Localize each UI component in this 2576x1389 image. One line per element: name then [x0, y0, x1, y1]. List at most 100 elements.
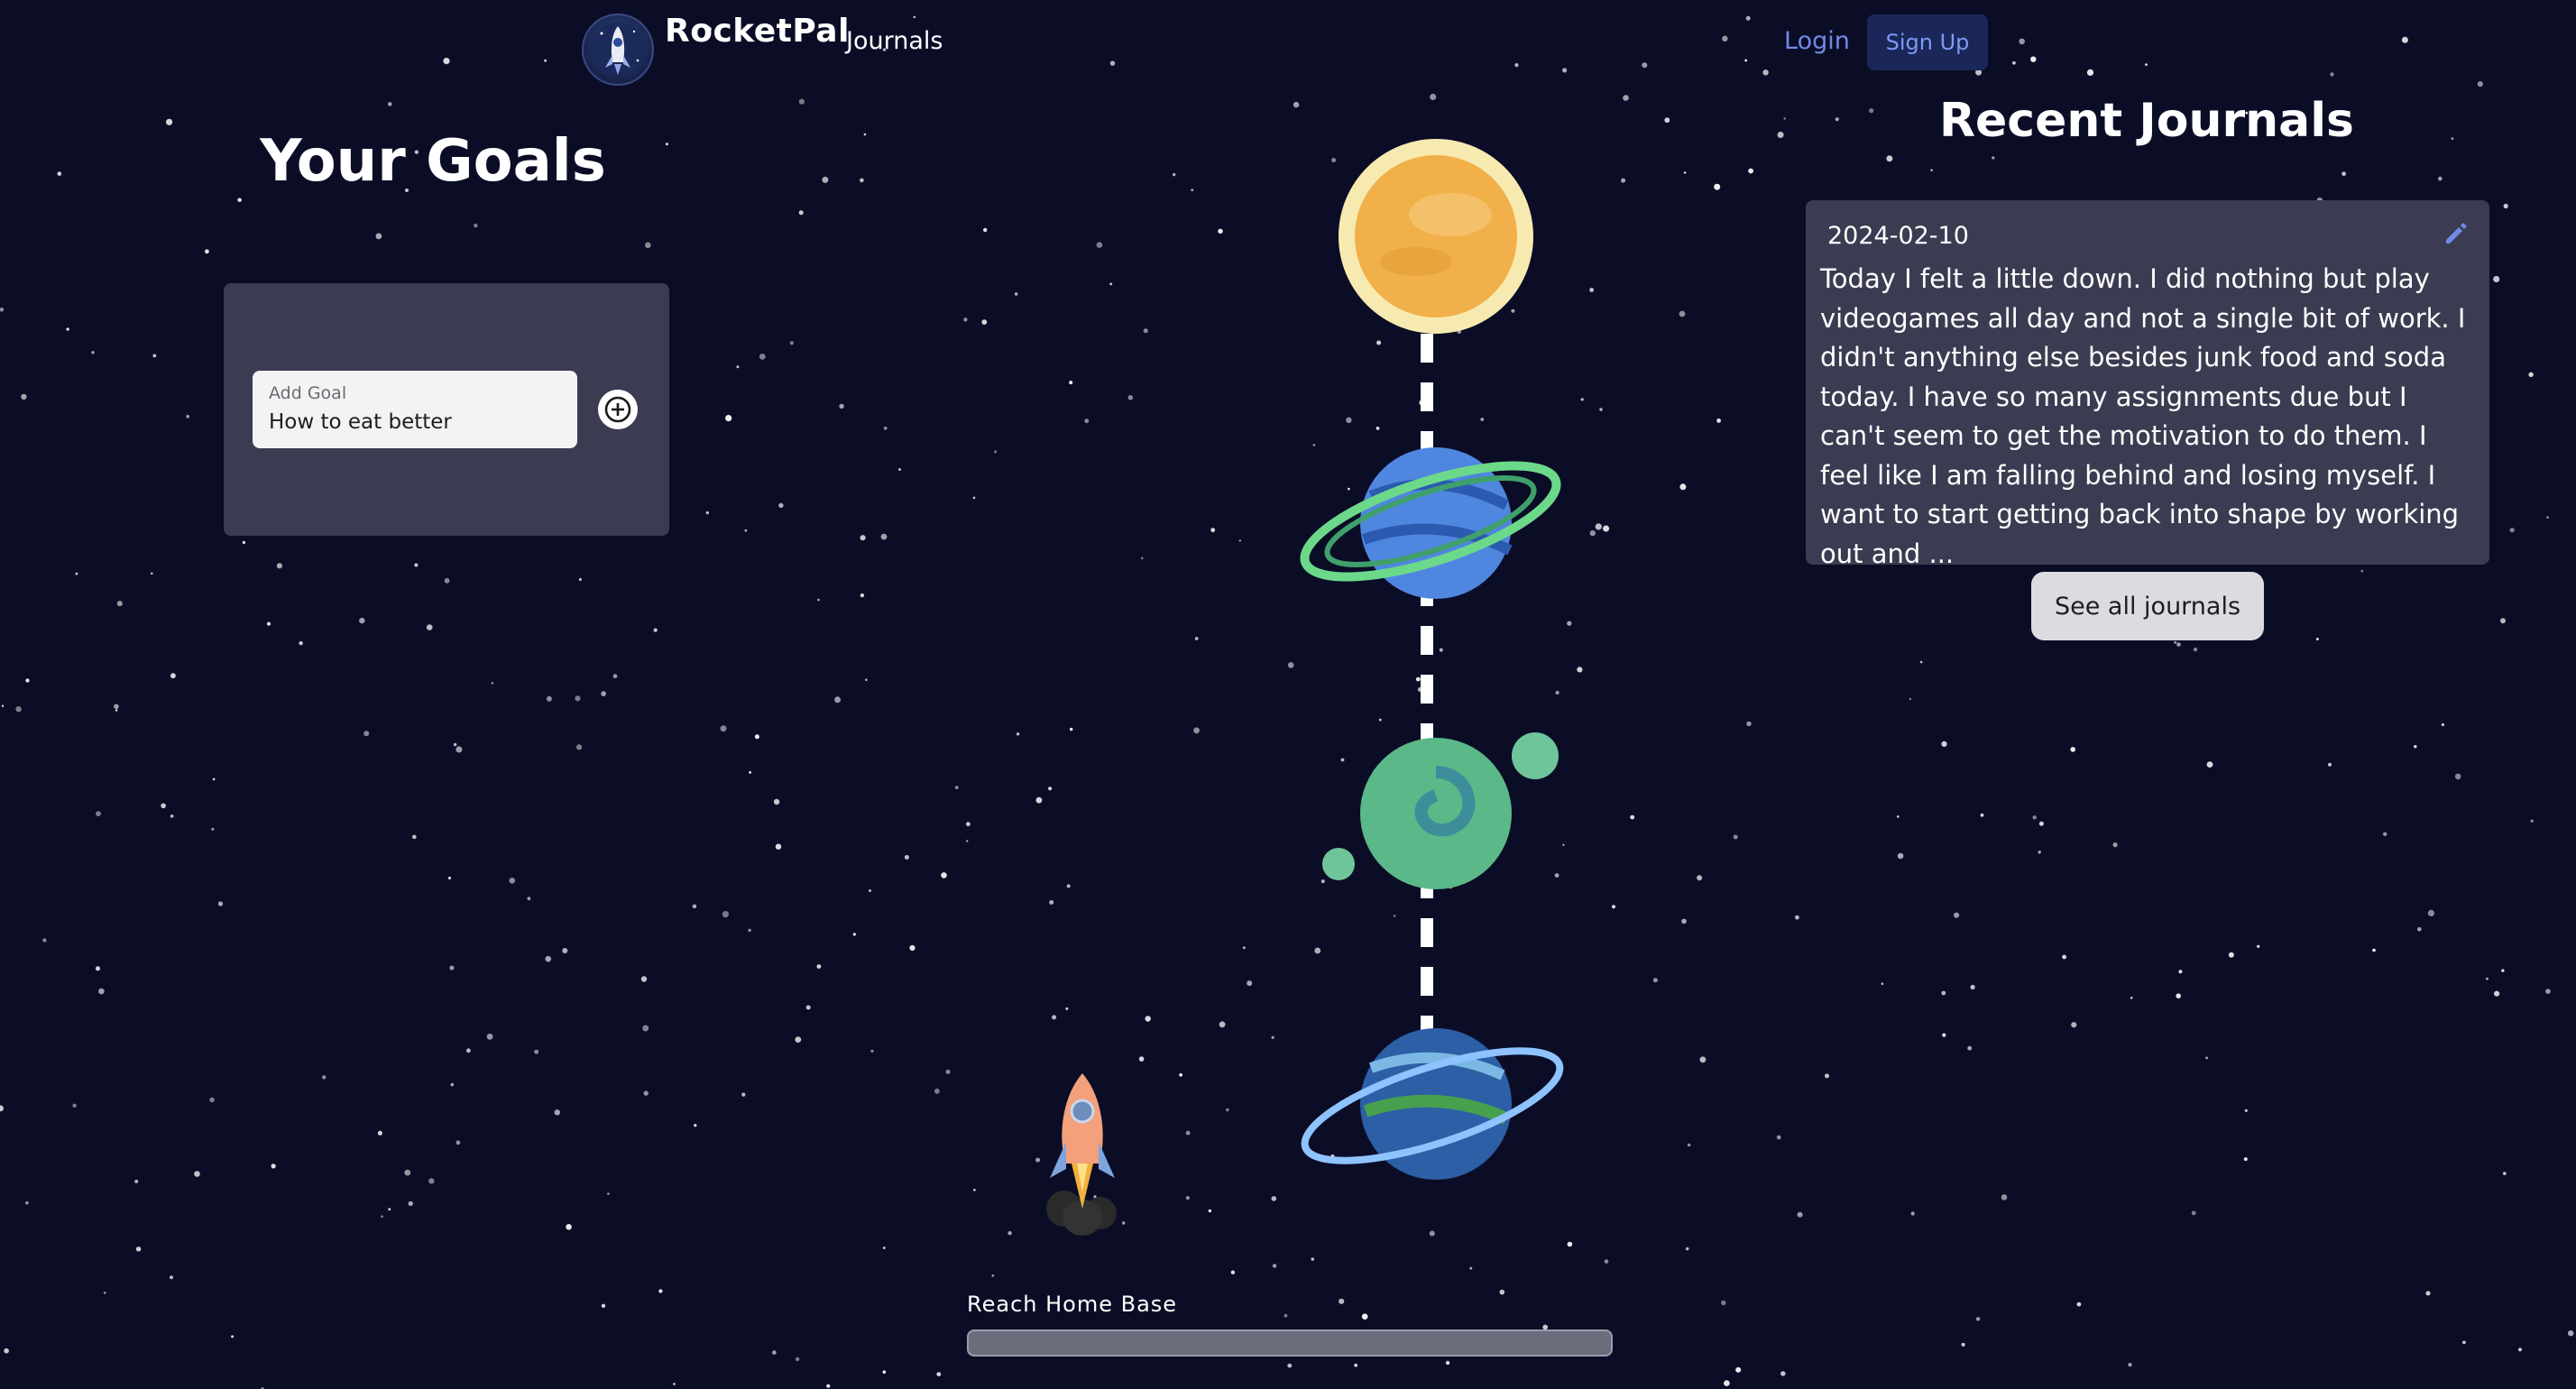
- star: [1886, 155, 1893, 162]
- star: [880, 533, 888, 540]
- star: [1499, 1289, 1505, 1295]
- pencil-icon[interactable]: [2441, 218, 2470, 247]
- earth-ringed-planet[interactable]: [1293, 1028, 1570, 1183]
- star: [2503, 203, 2508, 209]
- star: [98, 988, 105, 995]
- star: [643, 1090, 649, 1096]
- star: [1687, 1143, 1691, 1147]
- add-goal-input[interactable]: [269, 410, 557, 434]
- star: [1881, 982, 1884, 985]
- star: [444, 577, 450, 584]
- star: [936, 1372, 942, 1376]
- star: [453, 742, 457, 747]
- blue-ringed-planet[interactable]: [1293, 443, 1569, 600]
- star: [860, 593, 865, 598]
- star: [1941, 990, 1946, 996]
- star: [645, 242, 651, 249]
- star: [2546, 516, 2549, 519]
- star: [665, 143, 668, 146]
- star: [1014, 292, 1018, 296]
- star: [1193, 727, 1200, 734]
- star: [826, 1384, 831, 1388]
- star: [883, 426, 888, 430]
- star: [1897, 815, 1900, 818]
- star: [720, 725, 727, 732]
- star: [749, 771, 751, 774]
- star: [2462, 1340, 2466, 1345]
- star: [2032, 815, 2037, 820]
- star: [2178, 970, 2183, 974]
- star: [748, 928, 751, 933]
- star: [194, 1171, 200, 1177]
- star: [135, 1246, 142, 1252]
- star: [1084, 419, 1090, 424]
- see-all-journals-button[interactable]: See all journals: [2031, 572, 2264, 640]
- star: [2383, 832, 2387, 836]
- star: [486, 1033, 493, 1040]
- star: [1035, 796, 1043, 804]
- star: [816, 964, 822, 969]
- star: [883, 1246, 886, 1249]
- star: [1748, 168, 1753, 174]
- star: [1272, 1264, 1277, 1268]
- star: [242, 540, 246, 545]
- star: [575, 695, 581, 702]
- star: [25, 1200, 29, 1205]
- star: [103, 1292, 106, 1294]
- star: [2001, 1194, 2008, 1200]
- star: [0, 1105, 4, 1112]
- star: [2509, 528, 2515, 533]
- star: [1287, 1363, 1293, 1368]
- star: [2501, 969, 2505, 972]
- star: [1897, 852, 1904, 860]
- star: [1007, 1231, 1012, 1236]
- star: [1980, 813, 1984, 817]
- star: [2038, 851, 2041, 854]
- login-link[interactable]: Login: [1784, 27, 1850, 55]
- star: [1941, 740, 1947, 748]
- star: [4, 1348, 9, 1354]
- star: [1173, 172, 1176, 177]
- plus-circle-icon[interactable]: [598, 390, 638, 429]
- star: [1145, 1016, 1151, 1022]
- star: [759, 354, 766, 360]
- star: [2341, 171, 2347, 177]
- star: [554, 1109, 560, 1116]
- sun-planet[interactable]: [1339, 139, 1533, 334]
- star: [1052, 1015, 1057, 1020]
- star: [1716, 419, 1721, 423]
- star: [1909, 697, 1912, 701]
- journal-card[interactable]: 2024-02-10 Today I felt a little down. I…: [1806, 200, 2489, 569]
- star: [2328, 762, 2332, 767]
- nav-journals-link[interactable]: Journals: [846, 27, 943, 55]
- rocket-logo-icon[interactable]: [582, 14, 654, 86]
- star: [455, 746, 463, 753]
- star: [612, 674, 618, 679]
- signup-button[interactable]: Sign Up: [1867, 14, 1988, 70]
- rocket-icon: [1046, 1073, 1117, 1236]
- star: [388, 102, 392, 106]
- star: [2500, 618, 2506, 624]
- star: [1714, 183, 1721, 190]
- green-moon-planet[interactable]: [1322, 732, 1559, 889]
- star: [1354, 1363, 1358, 1367]
- add-goal-field[interactable]: Add Goal: [253, 371, 577, 448]
- star: [1140, 557, 1144, 560]
- star: [1127, 395, 1134, 400]
- star: [773, 798, 780, 805]
- star: [1230, 1270, 1236, 1274]
- star: [1185, 1196, 1190, 1200]
- star: [805, 1005, 811, 1010]
- star: [1942, 1033, 1946, 1037]
- star: [909, 944, 915, 952]
- brand-name[interactable]: RocketPal: [665, 13, 850, 50]
- star: [170, 1275, 173, 1280]
- add-goal-label: Add Goal: [269, 383, 347, 403]
- star: [2244, 1108, 2248, 1112]
- star: [115, 709, 118, 712]
- star: [322, 1075, 327, 1080]
- star: [2545, 989, 2551, 994]
- star: [91, 351, 95, 354]
- star: [1445, 1360, 1450, 1366]
- star: [96, 966, 100, 971]
